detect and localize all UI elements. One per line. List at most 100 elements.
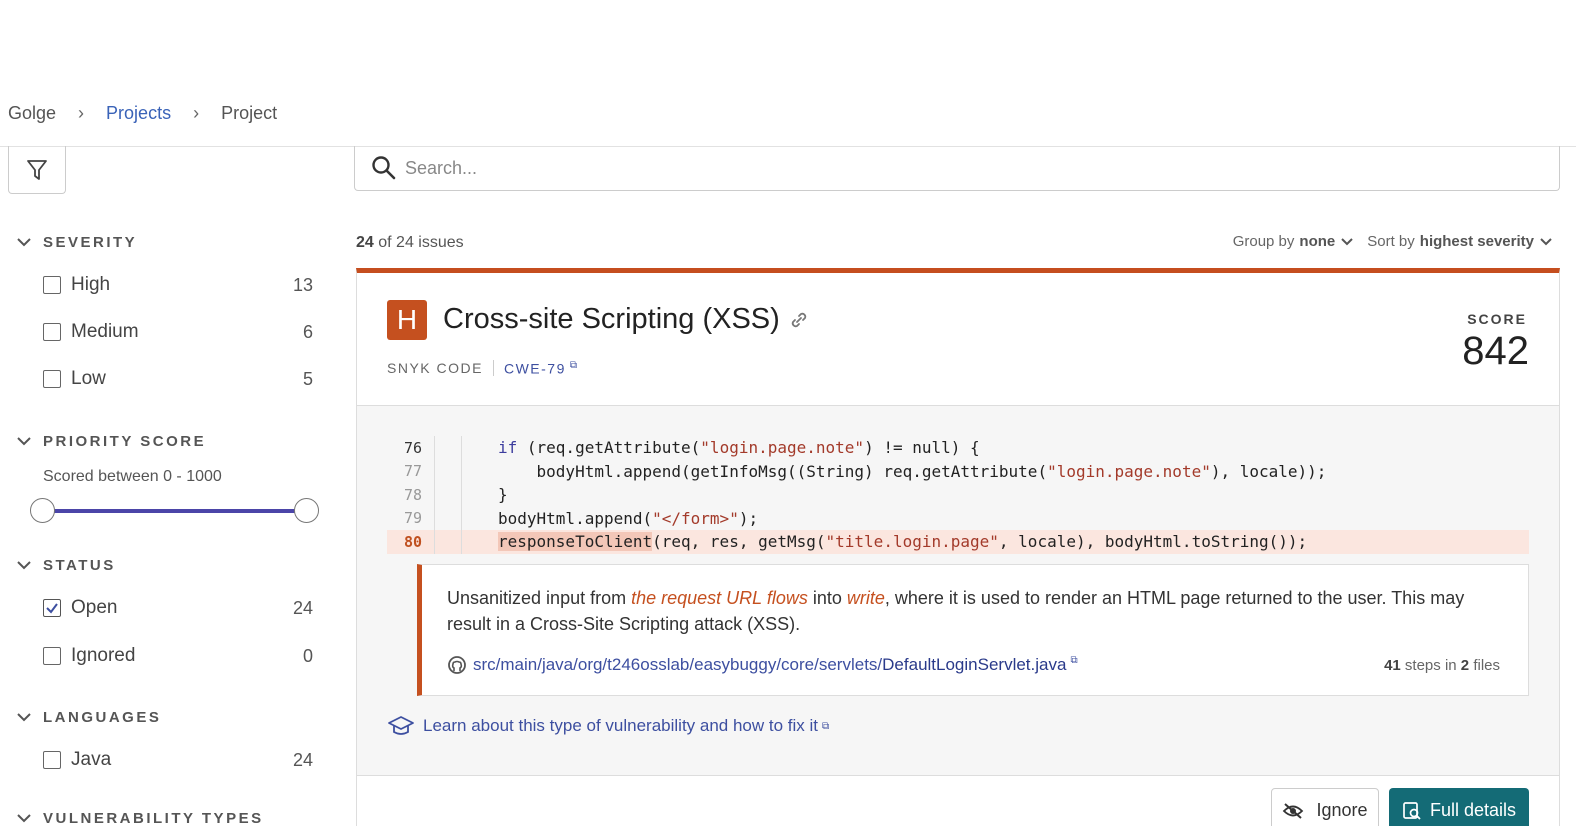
code-token: "title.login.page" [825, 532, 999, 552]
chevron-down-icon [17, 437, 31, 446]
filter-icon [27, 159, 47, 180]
priority-slider-min-handle[interactable] [30, 498, 55, 523]
facet-status-header[interactable]: STATUS [14, 555, 116, 575]
facet-option-java[interactable]: Java 24 [43, 749, 313, 771]
facet-title: VULNERABILITY TYPES [43, 809, 264, 826]
facet-option-count: 24 [292, 597, 313, 618]
facet-option-count: 0 [302, 645, 313, 666]
issue-count-total: of 24 issues [378, 234, 464, 251]
checkbox[interactable] [43, 323, 61, 341]
facet-option-label: Low [71, 368, 106, 389]
explanation-source: the request URL flows [631, 588, 808, 608]
facet-option-medium[interactable]: Medium 6 [43, 321, 313, 343]
external-link-icon: ⧉ [569, 360, 579, 371]
facet-languages-header[interactable]: LANGUAGES [14, 707, 161, 727]
github-icon [448, 656, 466, 674]
code-text: bodyHtml.append("</form>"); [461, 506, 759, 530]
steps-summary: 41 steps in 2 files [1384, 657, 1500, 674]
code-line: 78} [387, 483, 1529, 507]
issue-explanation: Unsanitized input from the request URL f… [417, 564, 1529, 696]
graduation-cap-icon [388, 716, 414, 735]
code-line: 76 if (req.getAttribute("login.page.note"… [387, 436, 1529, 460]
steps-count: 41 [1384, 656, 1401, 674]
code-token: bodyHtml.append(getInfoMsg((String) req.… [536, 461, 1048, 481]
code-token: (req, res, getMsg( [652, 532, 826, 552]
ignore-button[interactable]: Ignore [1271, 788, 1379, 826]
facet-severity-header[interactable]: SEVERITY [14, 232, 137, 252]
breadcrumb-projects[interactable]: Projects [106, 103, 171, 124]
external-link-icon: ⧉ [1070, 655, 1078, 667]
code-token: } [498, 485, 508, 505]
line-number: 76 [387, 436, 435, 460]
meta-divider [492, 360, 494, 377]
full-details-button[interactable]: Full details [1389, 788, 1529, 826]
files-text: files [1473, 656, 1500, 674]
code-token: "</form>" [652, 508, 739, 528]
full-details-label: Full details [1429, 800, 1517, 820]
code-snippet: 76 if (req.getAttribute("login.page.note"… [387, 436, 1529, 554]
code-text: responseToClient (req, res, getMsg("title… [461, 530, 1307, 554]
sort-by-dropdown[interactable]: Sort by highest severity [1367, 233, 1554, 250]
facet-option-label: Java [71, 749, 112, 770]
facet-option-high[interactable]: High 13 [43, 274, 313, 296]
group-by-label: Group by [1232, 233, 1295, 250]
issue-card: H Cross-site Scripting (XSS) SNYK CODE C… [356, 268, 1560, 826]
explanation-mid: into [807, 588, 847, 608]
cwe-label: CWE-79 [503, 360, 566, 377]
facet-option-label: Open [71, 597, 118, 618]
code-sink-highlight: responseToClient [498, 532, 653, 552]
priority-slider-track[interactable] [42, 509, 306, 513]
chevron-down-icon [1540, 237, 1552, 245]
search-bar[interactable] [354, 146, 1560, 191]
search-icon [372, 156, 396, 180]
filter-toggle-button[interactable] [8, 146, 66, 194]
issue-meta: SNYK CODE CWE-79 ⧉ [387, 360, 579, 377]
checkbox-checked[interactable] [43, 599, 61, 617]
priority-range-text: Scored between 0 - 1000 [43, 468, 222, 485]
code-token: "login.page.note" [700, 438, 865, 458]
breadcrumb-org[interactable]: Golge [8, 103, 56, 124]
files-count: 2 [1460, 656, 1470, 674]
checkbox[interactable] [43, 370, 61, 388]
line-number: 78 [387, 483, 435, 507]
group-by-dropdown[interactable]: Group by none [1233, 233, 1356, 250]
issue-count: 24 of 24 issues [356, 234, 464, 252]
facet-option-count: 13 [292, 274, 313, 295]
checkbox[interactable] [43, 751, 61, 769]
facet-title: LANGUAGES [43, 708, 162, 726]
ignore-button-label: Ignore [1316, 800, 1368, 820]
chevron-down-icon [17, 561, 31, 570]
cwe-link[interactable]: CWE-79 ⧉ [504, 360, 579, 377]
steps-text: steps in [1404, 656, 1457, 674]
learn-link[interactable]: Learn about this type of vulnerability a… [387, 714, 829, 738]
breadcrumb-project: Project [221, 103, 278, 123]
checkbox[interactable] [43, 276, 61, 294]
facet-option-low[interactable]: Low 5 [43, 368, 313, 390]
facet-title: SEVERITY [43, 233, 138, 251]
issue-card-header: H Cross-site Scripting (XSS) SNYK CODE C… [357, 273, 1559, 406]
file-path-file: DefaultLoginServlet.java [882, 655, 1067, 674]
code-line: 77 bodyHtml.append(getInfoMsg((String) r… [387, 459, 1529, 483]
link-icon[interactable] [788, 309, 810, 331]
eye-off-icon [1283, 802, 1304, 819]
explanation-pre: Unsanitized input from [447, 588, 632, 608]
chevron-down-icon [17, 713, 31, 722]
facet-title: STATUS [43, 556, 116, 574]
code-token: (req.getAttribute( [517, 438, 701, 458]
code-token: , locale), bodyHtml.toString()); [998, 532, 1308, 552]
search-input[interactable] [405, 157, 1305, 179]
checkbox[interactable] [43, 647, 61, 665]
issue-title-text: Cross-site Scripting (XSS) [443, 303, 780, 335]
file-path-link[interactable]: src/main/java/org/t246osslab/easybuggy/c… [473, 655, 1078, 675]
facet-option-count: 5 [302, 368, 313, 389]
chevron-down-icon [17, 238, 31, 247]
facet-option-label: High [71, 274, 111, 295]
facet-vulnerability-types-header[interactable]: VULNERABILITY TYPES [14, 808, 264, 826]
group-by-value: none [1299, 233, 1336, 250]
priority-slider-max-handle[interactable] [294, 498, 319, 523]
breadcrumb-separator-icon: › [78, 103, 85, 123]
facet-priority-header[interactable]: PRIORITY SCORE [14, 431, 206, 451]
facet-option-open[interactable]: Open 24 [43, 597, 313, 619]
facet-option-ignored[interactable]: Ignored 0 [43, 645, 313, 667]
code-token: ); [738, 508, 759, 528]
